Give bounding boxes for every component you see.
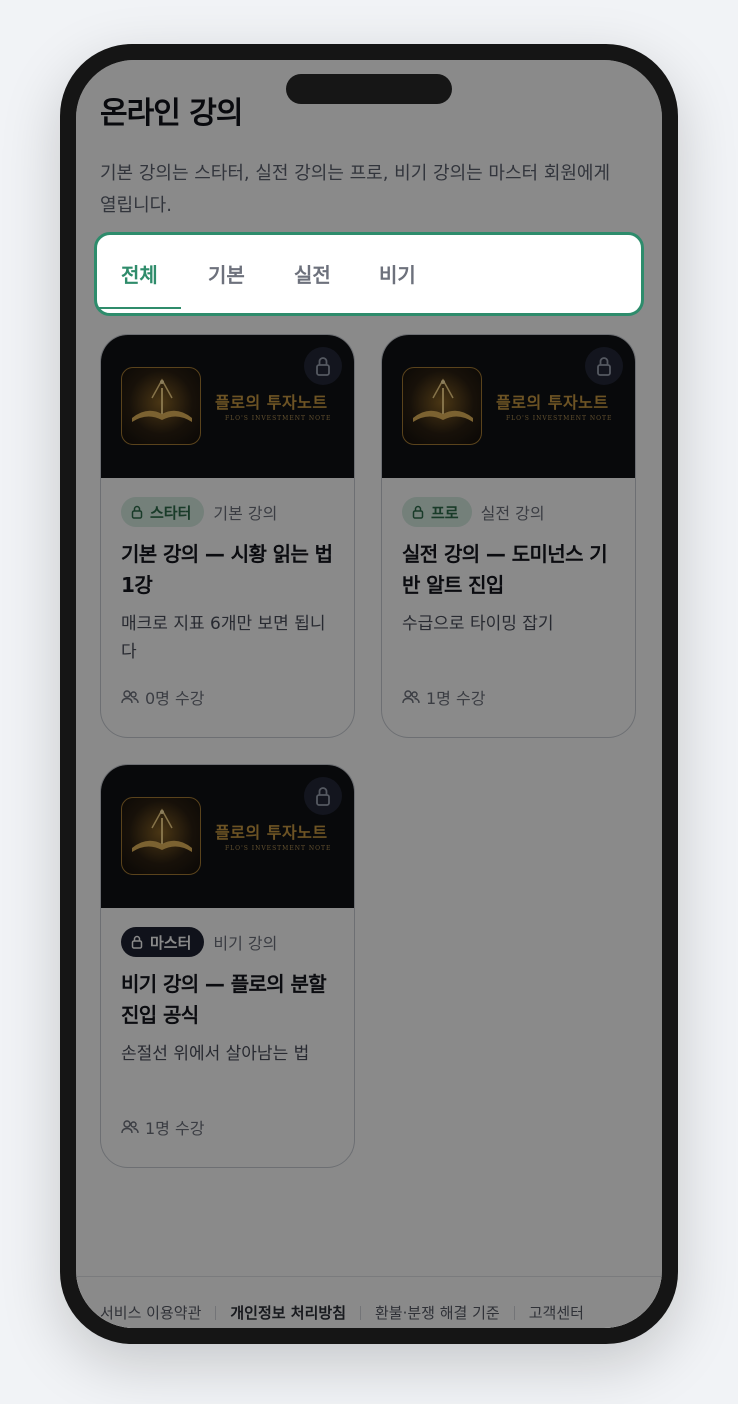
tab-practical[interactable]: 실전 <box>294 259 331 288</box>
screen: 온라인 강의 기본 강의는 스타터, 실전 강의는 프로, 비기 강의는 마스터… <box>76 60 662 1328</box>
active-tab-indicator <box>99 307 181 309</box>
phone-frame: 온라인 강의 기본 강의는 스타터, 실전 강의는 프로, 비기 강의는 마스터… <box>60 44 678 1344</box>
dynamic-island <box>286 74 452 104</box>
tab-all[interactable]: 전체 <box>121 259 158 288</box>
tab-secret[interactable]: 비기 <box>379 259 416 288</box>
category-tabs: 전체 기본 실전 비기 <box>94 232 644 316</box>
tab-basic[interactable]: 기본 <box>208 259 245 288</box>
